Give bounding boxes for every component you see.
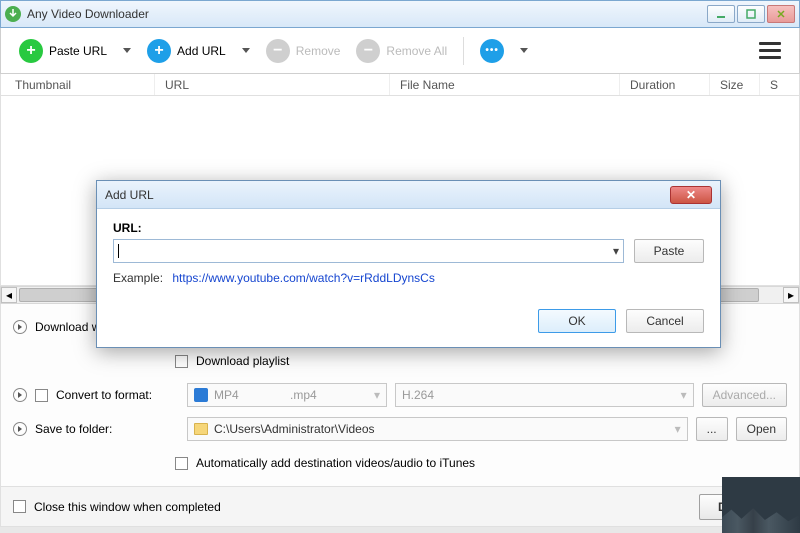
advanced-button[interactable]: Advanced... — [702, 383, 787, 407]
format-name: MP4 — [214, 388, 239, 402]
preview-thumbnail — [722, 477, 800, 533]
codec-name: H.264 — [402, 388, 434, 402]
expand-save-icon[interactable] — [13, 422, 27, 436]
convert-checkbox[interactable] — [35, 389, 48, 402]
save-path-combo[interactable]: C:\Users\Administrator\Videos ▾ — [187, 417, 688, 441]
dialog-title: Add URL — [105, 188, 154, 202]
col-filename[interactable]: File Name — [390, 74, 620, 95]
format-ext: .mp4 — [290, 388, 317, 402]
menu-button[interactable] — [753, 36, 787, 65]
chevron-down-icon[interactable]: ▾ — [613, 244, 619, 258]
dots-icon: ••• — [480, 39, 504, 63]
url-field-label: URL: — [113, 221, 704, 235]
paste-url-label: Paste URL — [49, 44, 107, 58]
dialog-close-button[interactable]: ✕ — [670, 186, 712, 204]
col-s[interactable]: S — [760, 74, 780, 95]
add-url-dropdown[interactable] — [242, 48, 250, 53]
format-combo[interactable]: MP4 .mp4 ▾ — [187, 383, 387, 407]
open-folder-button[interactable]: Open — [736, 417, 787, 441]
paste-url-button[interactable]: + Paste URL — [13, 35, 113, 67]
window-titlebar: Any Video Downloader — [0, 0, 800, 28]
more-actions-button[interactable]: ••• — [474, 35, 510, 67]
paste-button[interactable]: Paste — [634, 239, 704, 263]
convert-label: Convert to format: — [56, 388, 152, 402]
expand-convert-icon[interactable] — [13, 388, 27, 402]
codec-combo[interactable]: H.264 ▾ — [395, 383, 694, 407]
minus-icon: − — [356, 39, 380, 63]
url-input[interactable]: ▾ — [113, 239, 624, 263]
itunes-label: Automatically add destination videos/aud… — [196, 456, 475, 470]
expand-download-icon[interactable] — [13, 320, 27, 334]
col-duration[interactable]: Duration — [620, 74, 710, 95]
remove-button[interactable]: − Remove — [260, 35, 347, 67]
window-close-button[interactable] — [767, 5, 795, 23]
col-thumbnail[interactable]: Thumbnail — [5, 74, 155, 95]
folder-icon — [194, 423, 208, 435]
remove-all-label: Remove All — [386, 44, 447, 58]
main-toolbar: + Paste URL + Add URL − Remove − Remove … — [0, 28, 800, 74]
close-when-done-checkbox[interactable] — [13, 500, 26, 513]
app-icon — [5, 6, 21, 22]
more-actions-dropdown[interactable] — [520, 48, 528, 53]
toolbar-separator — [463, 37, 464, 65]
chevron-down-icon: ▾ — [681, 388, 687, 402]
list-header: Thumbnail URL File Name Duration Size S — [0, 74, 800, 96]
example-url[interactable]: https://www.youtube.com/watch?v=rRddLDyn… — [172, 271, 434, 285]
remove-label: Remove — [296, 44, 341, 58]
download-label: Download w — [35, 320, 100, 334]
example-label: Example: — [113, 271, 163, 285]
cancel-button[interactable]: Cancel — [626, 309, 704, 333]
browse-button[interactable]: ... — [696, 417, 728, 441]
scroll-left-button[interactable]: ◂ — [1, 287, 17, 303]
chevron-down-icon: ▾ — [374, 388, 380, 402]
scroll-right-button[interactable]: ▸ — [783, 287, 799, 303]
ok-button[interactable]: OK — [538, 309, 616, 333]
chevron-down-icon: ▾ — [675, 422, 681, 436]
dialog-titlebar[interactable]: Add URL ✕ — [97, 181, 720, 209]
download-playlist-label: Download playlist — [196, 354, 289, 368]
window-title: Any Video Downloader — [27, 7, 705, 21]
minus-icon: − — [266, 39, 290, 63]
window-maximize-button[interactable] — [737, 5, 765, 23]
plus-icon: + — [147, 39, 171, 63]
footer-bar: Close this window when completed Downloa — [0, 487, 800, 527]
add-url-label: Add URL — [177, 44, 226, 58]
close-when-done-label: Close this window when completed — [34, 500, 221, 514]
save-label: Save to folder: — [35, 422, 112, 436]
plus-icon: + — [19, 39, 43, 63]
save-path: C:\Users\Administrator\Videos — [214, 422, 375, 436]
text-cursor — [118, 244, 119, 258]
add-url-button[interactable]: + Add URL — [141, 35, 232, 67]
paste-url-dropdown[interactable] — [123, 48, 131, 53]
window-minimize-button[interactable] — [707, 5, 735, 23]
download-playlist-checkbox[interactable] — [175, 355, 188, 368]
video-file-icon — [194, 388, 208, 402]
add-url-dialog: Add URL ✕ URL: ▾ Paste Example: https://… — [96, 180, 721, 348]
col-size[interactable]: Size — [710, 74, 760, 95]
itunes-checkbox[interactable] — [175, 457, 188, 470]
col-url[interactable]: URL — [155, 74, 390, 95]
remove-all-button[interactable]: − Remove All — [350, 35, 453, 67]
